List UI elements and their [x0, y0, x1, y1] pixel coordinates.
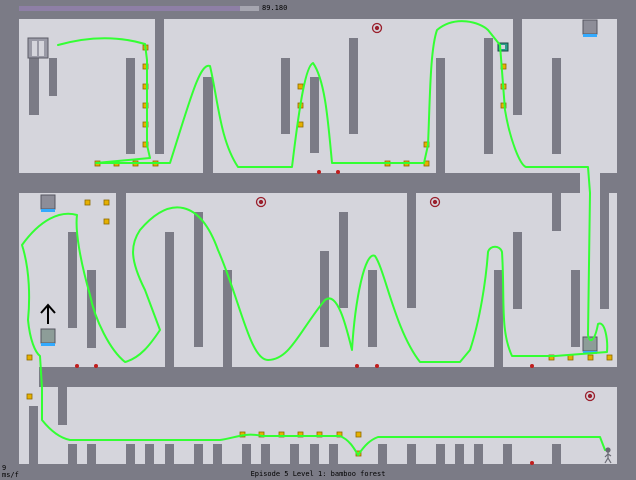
pillar [552, 193, 561, 231]
pillar [29, 406, 38, 464]
pillar [155, 19, 164, 154]
pillar [494, 270, 503, 367]
gold-icon [103, 199, 110, 206]
pillar [310, 77, 319, 153]
mine-icon [375, 364, 379, 368]
mine-icon [336, 170, 340, 174]
pillar [368, 270, 377, 347]
pillar [513, 19, 522, 115]
pillar [58, 367, 67, 425]
pillar [339, 212, 348, 308]
pillar [165, 232, 174, 367]
pillar [600, 193, 609, 309]
time-bar-fill [19, 6, 240, 11]
connector-left-lower [19, 367, 39, 387]
gold-icon [103, 218, 110, 225]
level-map [19, 19, 617, 465]
gold-icon [606, 354, 613, 361]
time-bar [19, 6, 259, 11]
pillar [436, 58, 445, 173]
gold-icon [26, 393, 33, 400]
mine-icon [94, 364, 98, 368]
mine-icon [530, 461, 534, 465]
mine-icon [75, 364, 79, 368]
gold-icon [297, 83, 304, 90]
pillar [571, 270, 580, 347]
level-title: Episode 5 Level 1: bamboo forest [250, 470, 386, 478]
wall-block [600, 173, 617, 193]
gold-icon [355, 431, 362, 438]
pillar [126, 58, 135, 154]
pillar [349, 38, 358, 134]
mine-icon [355, 364, 359, 368]
pillar [116, 193, 126, 328]
gold-icon [587, 354, 594, 361]
mine-icon [530, 364, 534, 368]
launchpad-icon [40, 328, 56, 346]
pillar [513, 232, 522, 309]
pillar [68, 232, 77, 328]
pillar [281, 58, 290, 134]
pillar [194, 212, 203, 347]
game-viewport: 89.180 9 ms/f Episode 5 Level 1: bamboo … [0, 0, 636, 480]
pillar [552, 58, 561, 154]
mine-icon [317, 170, 321, 174]
exit-door-icon [27, 37, 49, 59]
gold-icon [26, 354, 33, 361]
pillar [407, 193, 416, 308]
pillar [484, 38, 493, 154]
gold-icon [84, 199, 91, 206]
pillar [29, 58, 39, 115]
launchpad-icon [40, 194, 56, 212]
time-readout: 89.180 [262, 4, 288, 12]
pillar [49, 58, 57, 96]
wall-block [562, 173, 580, 193]
pillar [203, 77, 213, 173]
launchpad-icon [582, 19, 598, 37]
